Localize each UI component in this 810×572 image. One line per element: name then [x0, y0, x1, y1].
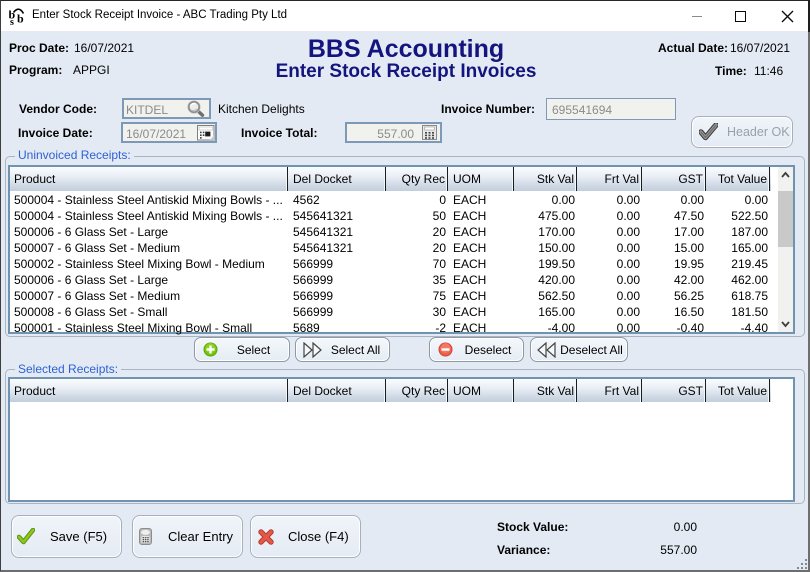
svg-text:s: s [10, 17, 14, 25]
